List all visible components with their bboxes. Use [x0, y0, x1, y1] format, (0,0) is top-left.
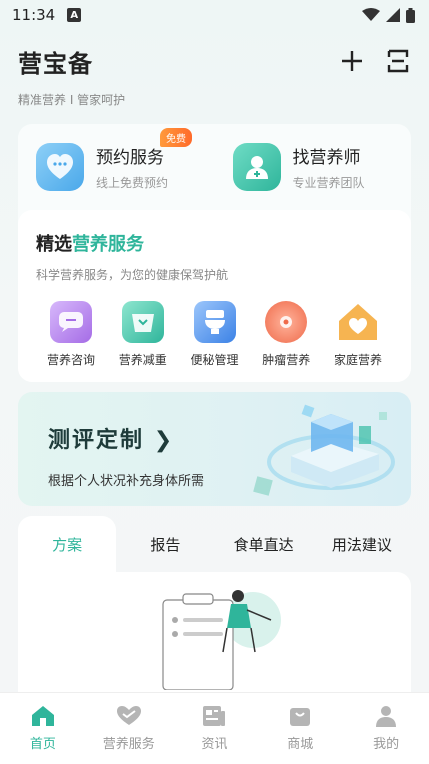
plus-icon: [342, 51, 362, 71]
weight-loss-icon: [121, 301, 164, 343]
assessment-banner[interactable]: 测评定制 ❯ 根据个人状况补充身体所需: [18, 392, 411, 506]
nutritionist-sub: 专业营养团队: [292, 176, 365, 190]
tab-content: [18, 572, 411, 702]
header: 营宝备 精准营养 I 管家呵护: [0, 30, 429, 110]
battery-icon: [406, 7, 415, 23]
nutritionist-icon: [232, 143, 281, 191]
news-icon: [203, 706, 226, 726]
services-card: 预约服务 线上免费预约 免费 找营养师 专业营养团队 精选营养服务 科学营养服务…: [18, 124, 411, 382]
status-bar: 11:34 A: [0, 0, 429, 30]
tab-menu-direct[interactable]: 食单直达: [215, 516, 313, 572]
tumor-icon: [265, 301, 308, 343]
scan-icon: [387, 49, 409, 73]
free-badge: 免费: [160, 128, 192, 147]
chevron-right-icon: ❯: [153, 428, 175, 453]
nav-news[interactable]: 资讯: [172, 693, 258, 764]
nav-services[interactable]: 营养服务: [86, 693, 172, 764]
tab-plan[interactable]: 方案: [18, 516, 117, 572]
nav-home[interactable]: 首页: [0, 693, 86, 764]
scan-button[interactable]: [385, 48, 411, 74]
assessment-illustration-icon: [253, 404, 395, 496]
notification-icon: A: [67, 8, 82, 22]
booking-sub: 线上免费预约: [96, 176, 169, 190]
category-constipation[interactable]: 便秘管理: [180, 301, 250, 368]
tab-usage-advice[interactable]: 用法建议: [313, 516, 411, 572]
tab-report[interactable]: 报告: [116, 516, 214, 572]
tabs-area: 方案 报告 食单直达 用法建议: [18, 516, 411, 702]
signal-icon: [386, 8, 400, 22]
selected-title: 精选营养服务: [36, 234, 144, 255]
nav-shop[interactable]: 商城: [257, 693, 343, 764]
booking-service[interactable]: 预约服务 线上免费预约 免费: [18, 124, 215, 210]
find-nutritionist[interactable]: 找营养师 专业营养团队: [215, 124, 412, 210]
status-time: 11:34: [12, 6, 56, 24]
nav-profile[interactable]: 我的: [343, 693, 429, 764]
tab-bar: 方案 报告 食单直达 用法建议: [18, 516, 411, 572]
profile-icon: [376, 706, 397, 727]
home-heart-icon: [337, 301, 379, 343]
category-family[interactable]: 家庭营养: [323, 301, 393, 368]
home-icon: [31, 706, 54, 726]
selected-subtitle: 科学营养服务，为您的健康保驾护航: [36, 268, 229, 282]
page-subtitle: 精准营养 I 管家呵护: [18, 93, 126, 107]
service-icon: [116, 706, 141, 725]
toilet-icon: [193, 301, 236, 343]
consult-icon: [50, 301, 92, 343]
chat-heart-icon: [36, 143, 84, 191]
add-button[interactable]: [339, 48, 365, 74]
shop-icon: [290, 708, 311, 726]
wifi-icon: [362, 8, 380, 21]
bottom-nav: 首页 营养服务 资讯 商城 我的: [0, 692, 429, 764]
category-weight-loss[interactable]: 营养减重: [108, 301, 178, 368]
booking-title: 预约服务: [96, 148, 164, 168]
category-tumor[interactable]: 肿瘤营养: [251, 301, 321, 368]
empty-state-illustration: [162, 590, 281, 690]
category-consult[interactable]: 营养咨询: [36, 301, 106, 368]
nutritionist-title: 找营养师: [292, 148, 361, 168]
selected-services: 精选营养服务 科学营养服务，为您的健康保驾护航 营养咨询 营养减重 便秘管理 肿…: [18, 210, 411, 382]
